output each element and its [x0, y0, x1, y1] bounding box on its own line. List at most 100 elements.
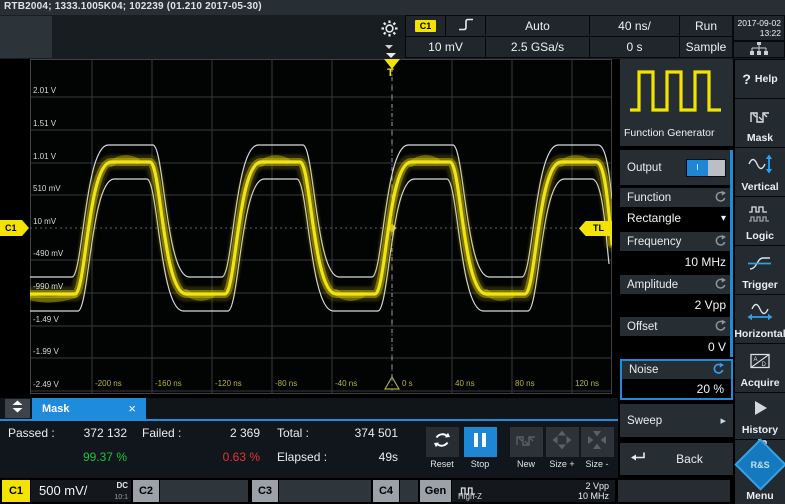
- trigger-level-value: 10 mV: [428, 40, 463, 54]
- extra-slot[interactable]: [618, 480, 730, 502]
- nav-history[interactable]: History: [735, 392, 785, 439]
- trigger-time-marker[interactable]: [385, 377, 399, 389]
- elapsed-label: Elapsed :: [277, 450, 327, 464]
- frequency-row[interactable]: Frequency: [620, 232, 733, 251]
- back-button[interactable]: Back: [620, 443, 733, 475]
- arrows-in-icon: [587, 430, 607, 455]
- channel1-level-marker[interactable]: C1: [0, 220, 29, 236]
- mask-tab[interactable]: Mask ×: [32, 398, 146, 419]
- trigger-slope-icon: [747, 254, 773, 277]
- noise-field[interactable]: 20 %: [622, 379, 731, 398]
- nav-vertical[interactable]: Vertical: [735, 147, 785, 196]
- rs-logo: R&S: [734, 438, 785, 490]
- run-state-cell[interactable]: Run: [679, 15, 733, 37]
- horizontal-position-cell[interactable]: 0 s: [589, 36, 680, 58]
- close-icon[interactable]: ×: [128, 401, 136, 416]
- channel4-badge[interactable]: C4: [373, 480, 399, 502]
- settings-button[interactable]: [374, 20, 404, 50]
- timebase-cell[interactable]: 40 ns/: [589, 15, 680, 37]
- waveform-display[interactable]: 2.01 V 1.51 V 1.01 V 510 mV 10 mV -490 m…: [30, 59, 612, 394]
- nav-horizontal[interactable]: Horizontal: [735, 294, 785, 343]
- function-row[interactable]: Function: [620, 188, 733, 207]
- size-minus-label: Size -: [585, 459, 608, 469]
- vertical-adjust-icon: [747, 154, 773, 179]
- amplitude-label: Amplitude: [627, 279, 678, 291]
- offset-row[interactable]: Offset: [620, 317, 733, 336]
- channel-bar: C1 500 mV/ DC 10:1 C2 C3 C4 Gen High-Z 2…: [0, 478, 733, 504]
- frequency-field[interactable]: 10 MHz: [620, 251, 733, 273]
- help-question-icon: ?: [742, 71, 751, 87]
- nav-menu[interactable]: R&S Menu: [735, 439, 785, 504]
- acquisition-mode-cell[interactable]: Sample: [679, 36, 733, 58]
- generator-badge[interactable]: Gen: [420, 480, 451, 502]
- offset-field[interactable]: 0 V: [620, 336, 733, 358]
- back-label: Back: [676, 452, 703, 466]
- trigger-mode-cell[interactable]: Auto: [485, 15, 590, 37]
- nav-logic[interactable]: Logic: [735, 196, 785, 245]
- trigger-position-top-icon: [386, 53, 396, 58]
- generator-settings[interactable]: High-Z 2 Vpp 10 MHz: [452, 480, 615, 502]
- function-select[interactable]: Rectangle ▾: [620, 207, 733, 229]
- channel1-badge[interactable]: C1: [2, 480, 30, 502]
- sweep-row[interactable]: Sweep ▸: [620, 404, 733, 437]
- chevron-down-icon: ▾: [721, 213, 726, 224]
- trigger-level-marker[interactable]: TL: [579, 221, 612, 236]
- size-minus-button[interactable]: Size -: [572, 427, 622, 469]
- amplitude-field[interactable]: 2 Vpp: [620, 294, 733, 316]
- refresh-icon[interactable]: [713, 277, 726, 293]
- trigger-source-cell[interactable]: C1: [405, 15, 446, 37]
- ad-converter-icon: AD: [748, 352, 772, 375]
- channel3-badge[interactable]: C3: [252, 480, 278, 502]
- noise-row[interactable]: Noise: [622, 361, 731, 379]
- refresh-icon[interactable]: [713, 190, 726, 206]
- channel1-settings[interactable]: 500 mV/ DC 10:1: [31, 480, 131, 502]
- channel1-coupling: DC: [116, 481, 128, 490]
- output-toggle[interactable]: I: [686, 159, 726, 177]
- trigger-level-cell[interactable]: 10 mV: [405, 36, 486, 58]
- output-row[interactable]: Output I: [620, 150, 733, 185]
- nav-acquire[interactable]: AD Acquire: [735, 343, 785, 392]
- refresh-icon[interactable]: [713, 319, 726, 335]
- nav-help[interactable]: ? Help: [735, 59, 785, 98]
- mask-tab-label: Mask: [42, 403, 70, 415]
- nav-mask[interactable]: Mask: [735, 98, 785, 147]
- sidebar-scrollbar[interactable]: [730, 150, 733, 357]
- trigger-slope-cell[interactable]: [445, 15, 486, 37]
- channel4-slot[interactable]: [400, 480, 418, 502]
- pause-icon: [473, 432, 487, 453]
- mask-icon: [748, 107, 772, 130]
- failed-percent: 0.63 %: [190, 450, 260, 464]
- channel2-badge[interactable]: C2: [133, 480, 159, 502]
- amplitude-row[interactable]: Amplitude: [620, 275, 733, 294]
- gear-icon: [381, 20, 398, 42]
- refresh-icon-active[interactable]: [711, 362, 724, 378]
- chevron-down-icon: [385, 45, 393, 49]
- refresh-icon[interactable]: [713, 234, 726, 250]
- elapsed-value: 49s: [328, 450, 398, 464]
- network-status[interactable]: [733, 41, 785, 58]
- noise-group-selected[interactable]: Noise 20 %: [620, 359, 733, 400]
- acquisition-mode-value: Sample: [686, 40, 727, 54]
- sweep-label: Sweep: [627, 415, 662, 427]
- horizontal-position-value: 0 s: [626, 40, 642, 54]
- back-arrow-icon: [630, 450, 646, 468]
- stop-button[interactable]: Stop: [455, 427, 505, 469]
- arrows-out-icon: [552, 430, 572, 455]
- rising-edge-icon: [457, 17, 475, 35]
- date-value: 2017-09-02: [738, 18, 781, 28]
- run-state-value: Run: [695, 19, 717, 33]
- new-mask-icon: [515, 432, 537, 453]
- sort-arrows-icon: [12, 400, 23, 418]
- nav-trigger[interactable]: Trigger: [735, 245, 785, 294]
- amplitude-value: 2 Vpp: [695, 298, 726, 312]
- passed-value: 372 132: [57, 426, 127, 440]
- channel2-slot[interactable]: [160, 480, 248, 502]
- channel3-slot[interactable]: [279, 480, 371, 502]
- svg-text:A: A: [754, 357, 758, 363]
- panel-collapse-button[interactable]: [5, 399, 30, 418]
- new-mask-label: New: [517, 459, 535, 469]
- total-label: Total :: [277, 426, 309, 440]
- size-plus-label: Size +: [549, 459, 574, 469]
- sample-rate-cell[interactable]: 2.5 GSa/s: [485, 36, 590, 58]
- network-icon: [749, 42, 769, 58]
